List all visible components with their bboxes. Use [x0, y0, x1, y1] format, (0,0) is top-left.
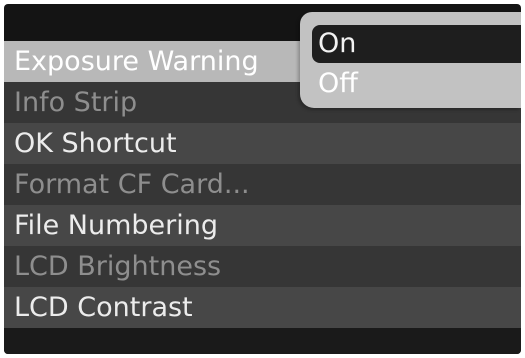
- popup-option-on[interactable]: On: [312, 25, 521, 63]
- popup-option-off[interactable]: Off: [312, 65, 521, 103]
- menu-item-file-numbering[interactable]: File Numbering: [4, 205, 521, 246]
- menu-item-label: Exposure Warning: [14, 46, 259, 77]
- popup-option-label: Off: [318, 68, 358, 99]
- menu-item-lcd-contrast[interactable]: LCD Contrast: [4, 287, 521, 328]
- menu-item-ok-shortcut[interactable]: OK Shortcut: [4, 123, 521, 164]
- menu-item-label: Info Strip: [14, 87, 138, 118]
- menu-item-label: File Numbering: [14, 210, 218, 241]
- bottom-band: [4, 328, 521, 354]
- menu-item-lcd-brightness[interactable]: LCD Brightness: [4, 246, 521, 287]
- menu-item-format-cf-card[interactable]: Format CF Card...: [4, 164, 521, 205]
- menu-item-label: Format CF Card...: [14, 169, 250, 200]
- menu-item-label: LCD Contrast: [14, 292, 193, 323]
- menu-item-label: OK Shortcut: [14, 128, 177, 159]
- camera-menu-screen: Exposure Warning Info Strip OK Shortcut …: [4, 4, 521, 354]
- option-popup: On Off: [300, 12, 521, 108]
- popup-option-label: On: [318, 28, 357, 59]
- menu-item-label: LCD Brightness: [14, 251, 222, 282]
